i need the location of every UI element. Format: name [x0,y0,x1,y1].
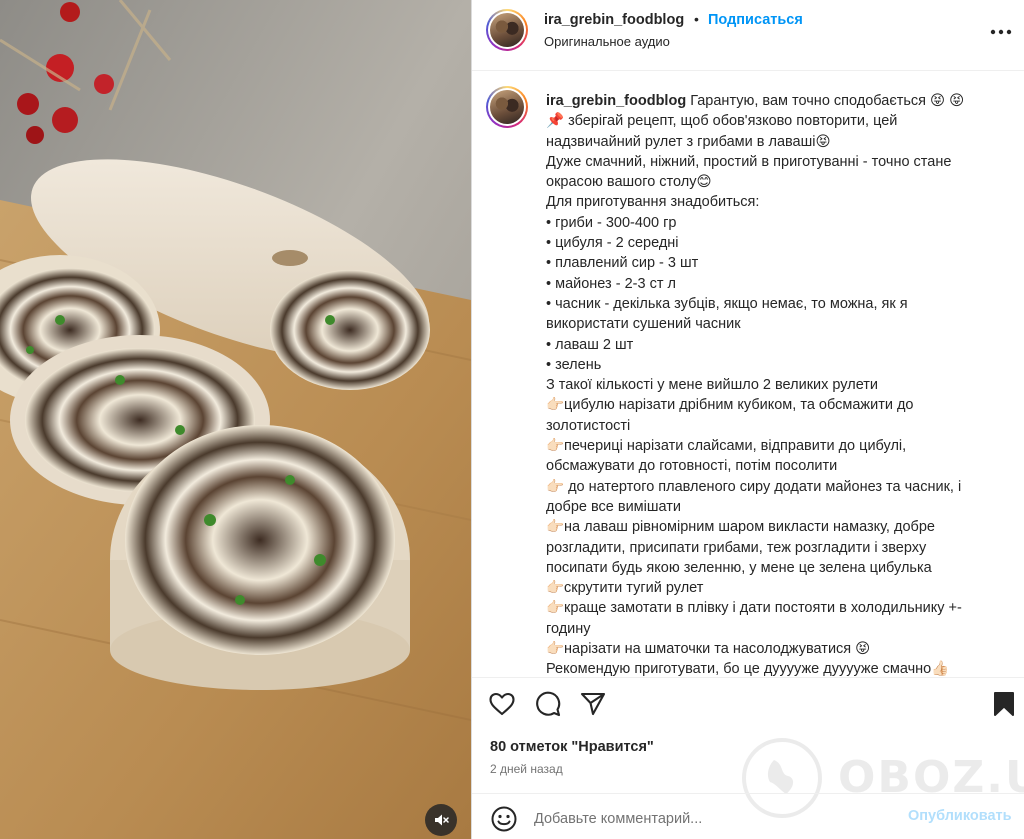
caption-line: годину [546,620,591,637]
caption-line: З такої кількості у мене вийшло 2 велики… [546,377,879,394]
caption-line: • зелень [546,356,602,373]
caption-line: Для приготування знадобиться: [546,194,760,211]
caption-line: 👉🏻 до натертого плавленого сиру додати м… [546,478,962,495]
bookmark-icon [994,692,1014,716]
comment-icon [536,691,561,717]
caption-line: 👉🏻краще замотати в плівку і дати постоят… [546,600,962,617]
post-header: ira_grebin_foodblog • Подписаться Оригин… [472,0,1024,71]
follow-button[interactable]: Подписаться [708,12,803,28]
audio-link[interactable]: Оригинальное аудио [544,34,670,49]
caption-line: використати сушений часник [546,316,741,333]
avatar[interactable] [486,9,528,51]
caption-line: • лаваш 2 шт [546,336,634,353]
smiley-icon [491,806,517,832]
caption-line: 👉🏻нарізати на шматочки та насолоджуватис… [546,641,871,658]
caption-line: золотистості [546,417,631,434]
emoji-button[interactable] [490,805,518,833]
caption-area[interactable]: ira_grebin_foodblog Гарантую, вам точно … [472,72,1024,676]
mute-button[interactable] [425,804,457,836]
separator-dot: • [694,11,699,27]
heart-icon [489,692,515,716]
mute-icon [435,814,449,826]
caption-avatar[interactable] [486,86,528,128]
likes-count[interactable]: 80 отметок "Нравится" [490,739,654,755]
caption-line: 📌 зберігай рецепт, щоб обов'язково повто… [546,113,898,130]
save-button[interactable] [990,690,1018,718]
post-timestamp[interactable]: 2 дней назад [490,762,563,776]
food-photo [0,0,471,839]
publish-button[interactable]: Опубликовать [908,808,1012,824]
caption-line: окрасою вашого столу😊 [546,174,712,191]
post-media[interactable] [0,0,471,839]
caption-text: ira_grebin_foodblog Гарантую, вам точно … [546,91,1016,676]
caption-first-text: Гарантую, вам точно сподобається 😝 😝 [690,93,965,109]
like-button[interactable] [488,690,516,718]
post-side-panel: ira_grebin_foodblog • Подписаться Оригин… [471,0,1024,839]
caption-line: розгладити, присипати грибами, теж розгл… [546,539,927,556]
caption-line: обсмажувати до готовності, потім посолит… [546,458,838,475]
caption-line: Дуже смачний, ніжний, простий в приготув… [546,153,952,170]
caption-line: • цибуля - 2 середні [546,235,679,252]
more-icon [990,29,1012,35]
caption-line: • майонез - 2-3 ст л [546,275,676,292]
caption-line: добре все вимішати [546,498,681,515]
send-icon [580,692,606,716]
caption-line: 👉🏻на лаваш рівномірним шаром викласти на… [546,519,935,536]
comment-bar: Опубликовать [472,793,1024,839]
more-options-button[interactable] [988,22,1014,42]
caption-username[interactable]: ira_grebin_foodblog [546,93,686,109]
caption-line: Рекомендую приготувати, бо це дууууже ду… [546,661,950,676]
caption-line: надзвичайний рулет з грибами в лаваші😝 [546,133,831,150]
caption-line: посипати будь якою зеленню, у мене це зе… [546,559,932,576]
caption-line: • плавлений сир - 3 шт [546,255,699,272]
comment-input[interactable] [534,808,914,830]
caption-line: • часник - декілька зубців, якщо немає, … [546,295,908,312]
username-link[interactable]: ira_grebin_foodblog [544,12,684,28]
share-button[interactable] [579,690,607,718]
caption-line: 👉🏻цибулю нарізати дрібним кубиком, та об… [546,397,914,414]
comment-button[interactable] [534,690,562,718]
caption-line: 👉🏻печериці нарізати слайсами, відправити… [546,438,907,455]
caption-line: 👉🏻скрутити тугий рулет [546,580,704,597]
caption-line: • гриби - 300-400 гр [546,214,677,231]
